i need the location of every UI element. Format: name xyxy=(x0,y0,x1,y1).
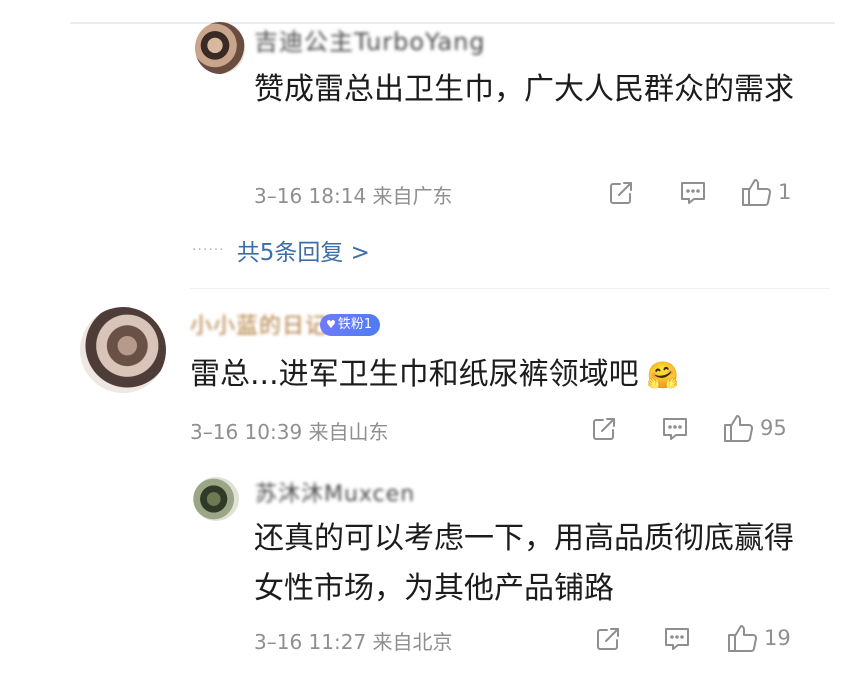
share-icon xyxy=(593,418,615,440)
share-button[interactable] xyxy=(607,179,635,207)
comment-text-body: 雷总...进军卫生巾和纸尿裤领域吧 xyxy=(190,357,639,392)
like-button[interactable]: 19 xyxy=(726,622,791,654)
username[interactable]: 苏沐沐Muxcen xyxy=(255,476,415,508)
avatar[interactable] xyxy=(195,22,245,74)
comment-icon xyxy=(681,182,705,204)
hug-emoji: 🤗 xyxy=(646,361,679,391)
replies-link[interactable]: 共5条回复 > xyxy=(237,233,370,267)
like-icon xyxy=(724,415,753,442)
avatar[interactable] xyxy=(193,477,239,521)
share-icon xyxy=(597,628,619,650)
like-count: 1 xyxy=(778,180,792,204)
comment-meta: 3–16 11:27 来自北京 xyxy=(254,630,453,654)
fan-badge-icon: ♥ xyxy=(326,318,336,331)
like-icon xyxy=(742,179,771,206)
comment-icon xyxy=(665,628,689,650)
comment-text: 还真的可以考虑一下，用高品质彻底赢得女性市场，为其他产品铺路 xyxy=(254,521,794,606)
comment-text: 雷总...进军卫生巾和纸尿裤领域吧 🤗 xyxy=(190,350,810,401)
username[interactable]: 小小蓝的日记 xyxy=(190,308,328,340)
username[interactable]: 吉迪公主TurboYang xyxy=(254,22,486,57)
comment-meta: 3–16 18:14 来自广东 xyxy=(254,184,453,208)
comment-button[interactable] xyxy=(678,179,708,207)
more-dots-icon: ······ xyxy=(192,242,225,258)
like-button[interactable]: 95 xyxy=(722,412,787,444)
fan-badge-label: 铁粉1 xyxy=(337,317,373,332)
comment-meta: 3–16 10:39 来自山东 xyxy=(190,420,389,444)
share-icon xyxy=(610,182,632,204)
comment-text: 赞成雷总出卫生巾，广大人民群众的需求 xyxy=(254,72,794,107)
comment-button[interactable] xyxy=(660,415,690,443)
comment-divider xyxy=(190,288,830,289)
comment-icon xyxy=(663,418,687,440)
share-button[interactable] xyxy=(594,625,622,653)
fan-badge: ♥ 铁粉1 xyxy=(320,314,381,336)
view-replies[interactable]: ······ 共5条回复 > xyxy=(192,233,370,267)
avatar[interactable] xyxy=(80,307,166,393)
like-count: 19 xyxy=(764,626,791,650)
like-icon xyxy=(728,625,757,652)
like-button[interactable]: 1 xyxy=(740,176,791,208)
like-count: 95 xyxy=(760,416,787,440)
comment-button[interactable] xyxy=(662,625,692,653)
share-button[interactable] xyxy=(590,415,618,443)
